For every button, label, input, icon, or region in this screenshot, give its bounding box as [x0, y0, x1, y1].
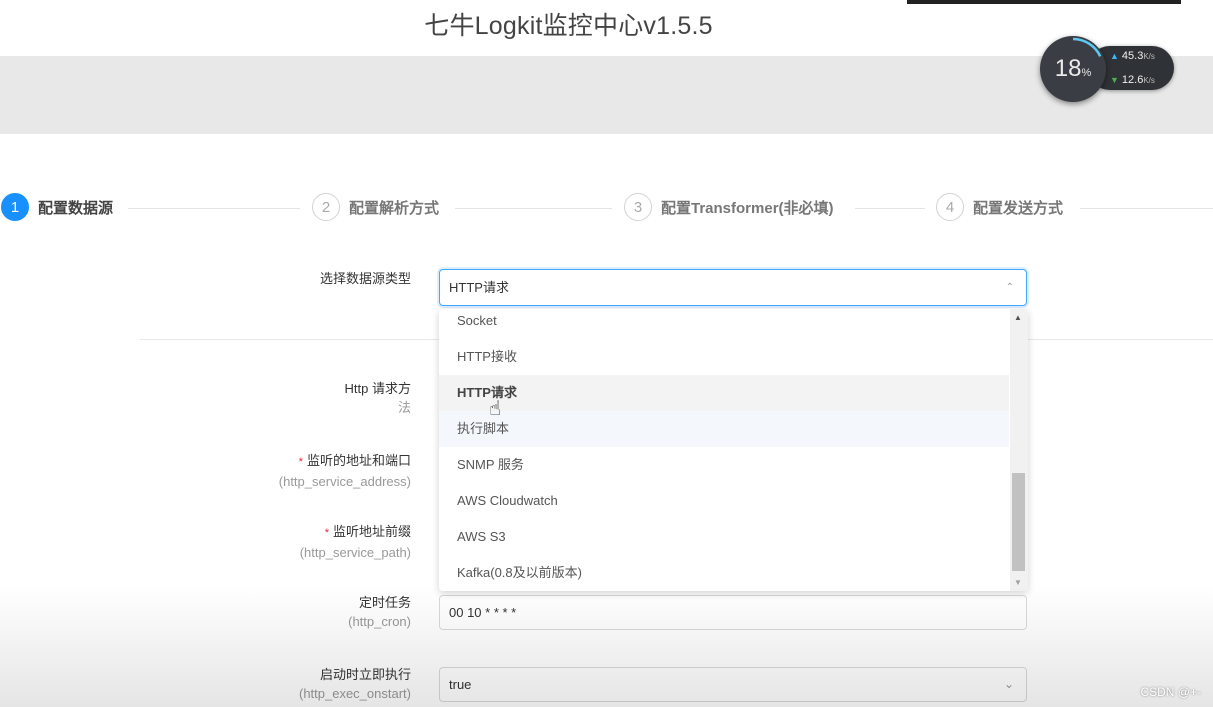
cron-key: (http_cron) [348, 614, 411, 629]
step-3[interactable]: 3 配置Transformer(非必填) [624, 193, 834, 221]
step-1[interactable]: 1 配置数据源 [1, 193, 113, 221]
required-asterisk-icon: * [324, 527, 329, 539]
step-number: 3 [624, 193, 652, 221]
service-address-key: (http_service_address) [278, 474, 411, 489]
source-type-select[interactable]: HTTP请求 ⌃ [439, 269, 1027, 306]
download-arrow-icon: ▼ [1110, 75, 1119, 85]
step-2[interactable]: 2 配置解析方式 [312, 193, 439, 221]
step-number: 1 [1, 193, 29, 221]
step-number: 4 [936, 193, 964, 221]
dropdown-scrollbar[interactable]: ▲ ▼ [1010, 309, 1028, 591]
step-number: 2 [312, 193, 340, 221]
chevron-up-icon: ⌃ [1005, 282, 1014, 293]
source-type-dropdown[interactable]: Socket HTTP接收 HTTP请求 执行脚本 SNMP 服务 AWS Cl… [439, 309, 1028, 591]
step-label: 配置发送方式 [973, 199, 1064, 217]
header-band [0, 56, 1213, 134]
source-type-label: 选择数据源类型 [319, 271, 411, 286]
exec-onstart-label-text: 启动时立即执行 [319, 667, 411, 682]
dropdown-option[interactable]: SNMP 服务 [439, 447, 1009, 483]
hand-cursor-icon: ☝ [489, 398, 502, 420]
service-path-key: (http_service_path) [299, 545, 411, 560]
dropdown-option[interactable]: HTTP接收 [439, 339, 1009, 375]
exec-onstart-label: 启动时立即执行 (http_exec_onstart) [299, 665, 411, 703]
upload-arrow-icon: ▲ [1110, 51, 1119, 61]
service-address-label-text: 监听的地址和端口 [306, 453, 411, 468]
exec-onstart-select[interactable]: true ⌄ [439, 667, 1027, 702]
page-title: 七牛Logkit监控中心v1.5.5 [424, 12, 713, 40]
step-label: 配置Transformer(非必填) [661, 199, 834, 217]
http-method-label-text: Http 请求方 [344, 381, 411, 396]
dropdown-option[interactable]: AWS S3 [439, 519, 1009, 555]
dropdown-option[interactable]: Kafka(0.8及以前版本) [439, 555, 1009, 591]
exec-onstart-value: true [449, 677, 472, 692]
service-path-label-text: 监听地址前缀 [332, 524, 411, 539]
step-connector [1080, 208, 1213, 209]
cron-label: 定时任务 (http_cron) [348, 593, 411, 631]
required-asterisk-icon: * [298, 456, 303, 468]
cpu-usage-percent: 18% [1040, 36, 1106, 102]
steps-bar: 1 配置数据源 2 配置解析方式 3 配置Transformer(非必填) 4 … [0, 193, 1213, 223]
service-path-label: * 监听地址前缀 (http_service_path) [300, 522, 411, 562]
network-monitor-widget[interactable]: 18% ▲ 45.3K/s ▼ 12.6K/s [1040, 36, 1176, 104]
download-speed: ▼ 12.6K/s [1110, 74, 1155, 86]
cron-input[interactable]: 00 10 * * * * [439, 595, 1027, 630]
exec-onstart-key: (http_exec_onstart) [298, 686, 411, 701]
cpu-usage-value: 18 [1054, 55, 1082, 82]
top-dark-bar [907, 0, 1181, 4]
http-method-label: Http 请求方 法 [345, 379, 411, 417]
cpu-usage-unit: % [1081, 67, 1092, 79]
service-address-label: * 监听的地址和端口 (http_service_address) [279, 451, 411, 491]
step-label: 配置数据源 [38, 199, 114, 217]
upload-speed-value: 45.3 [1121, 50, 1144, 62]
dropdown-option[interactable]: AWS Cloudwatch [439, 483, 1009, 519]
cron-value: 00 10 * * * * [449, 605, 517, 620]
scroll-down-arrow-icon[interactable]: ▼ [1014, 578, 1022, 587]
step-connector [455, 208, 612, 209]
dropdown-option[interactable]: Socket [439, 309, 1009, 339]
source-type-value: HTTP请求 [449, 280, 509, 295]
watermark: CSDN @+- [1140, 685, 1201, 699]
dropdown-option[interactable]: 执行脚本 [439, 411, 1009, 447]
download-speed-unit: K/s [1143, 76, 1155, 85]
step-4[interactable]: 4 配置发送方式 [936, 193, 1063, 221]
chevron-down-icon: ⌄ [1003, 677, 1014, 691]
scroll-up-arrow-icon[interactable]: ▲ [1014, 313, 1022, 322]
http-method-label-sub: 法 [397, 400, 411, 415]
download-speed-value: 12.6 [1121, 74, 1144, 86]
step-connector [128, 208, 300, 209]
dropdown-option-selected[interactable]: HTTP请求 [439, 375, 1009, 411]
cron-label-text: 定时任务 [358, 595, 411, 610]
step-connector [855, 208, 925, 209]
upload-speed-unit: K/s [1143, 52, 1155, 61]
step-label: 配置解析方式 [349, 199, 440, 217]
upload-speed: ▲ 45.3K/s [1110, 50, 1155, 62]
scrollbar-thumb[interactable] [1012, 473, 1025, 571]
